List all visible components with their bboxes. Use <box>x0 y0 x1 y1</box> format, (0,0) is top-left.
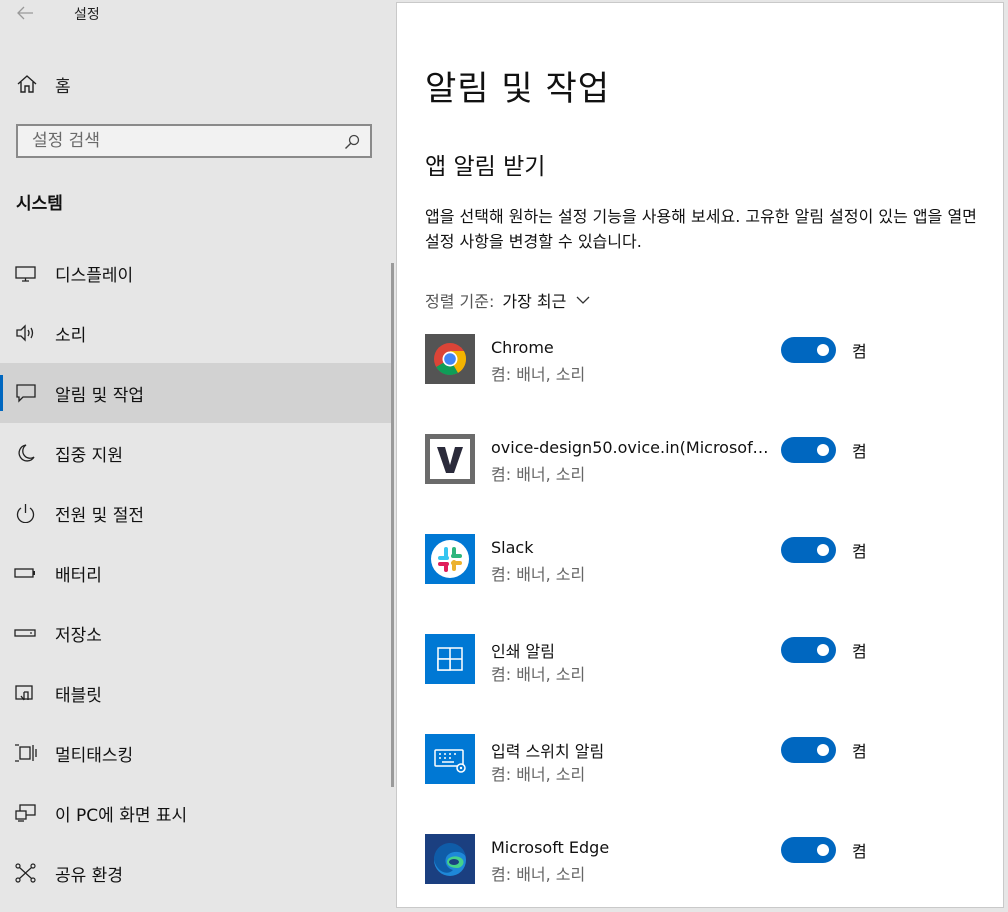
sidebar-scrollbar[interactable] <box>391 263 394 787</box>
page-title: 알림 및 작업 <box>425 69 611 109</box>
ovice-icon <box>425 434 475 484</box>
app-detail: 켬: 배너, 소리 <box>491 865 586 884</box>
search-input[interactable] <box>32 130 332 152</box>
edge-icon <box>425 834 475 884</box>
back-arrow-icon <box>17 6 33 20</box>
toggle-label: 켬 <box>852 442 867 461</box>
toggle-label: 켬 <box>852 642 867 661</box>
title-bar: 설정 <box>0 0 395 28</box>
sidebar-item-display[interactable]: 디스플레이 <box>0 243 391 303</box>
notification-toggle[interactable] <box>781 837 836 863</box>
sidebar-item-project[interactable]: 이 PC에 화면 표시 <box>0 783 391 843</box>
app-detail: 켬: 배너, 소리 <box>491 765 586 784</box>
notification-toggle[interactable] <box>781 337 836 363</box>
app-name: 입력 스위치 알림 <box>491 742 605 761</box>
section-title: 시스템 <box>16 194 63 214</box>
sidebar-item-tablet[interactable]: 태블릿 <box>0 663 391 723</box>
sidebar-item-label: 배터리 <box>55 565 102 586</box>
app-row-edge[interactable]: Microsoft Edge 켬: 배너, 소리 켬 <box>425 834 985 907</box>
speaker-icon <box>16 324 34 342</box>
sidebar-item-label: 전원 및 절전 <box>55 505 145 526</box>
sidebar-item-label: 멀티태스킹 <box>55 745 134 766</box>
sidebar-item-storage[interactable]: 저장소 <box>0 603 391 663</box>
sidebar-item-label: 알림 및 작업 <box>55 385 145 406</box>
toggle-label: 켬 <box>852 842 867 861</box>
sidebar-item-multitasking[interactable]: 멀티태스킹 <box>0 723 391 783</box>
sidebar-item-focus-assist[interactable]: 집중 지원 <box>0 423 391 483</box>
toggle-knob <box>817 544 829 556</box>
notification-toggle[interactable] <box>781 537 836 563</box>
app-row-chrome[interactable]: Chrome 켬: 배너, 소리 켬 <box>425 334 985 434</box>
app-row-input-switch[interactable]: 입력 스위치 알림 켬: 배너, 소리 켬 <box>425 734 985 834</box>
app-detail: 켬: 배너, 소리 <box>491 365 586 384</box>
back-button[interactable] <box>14 2 36 24</box>
app-name: Slack <box>491 538 534 557</box>
sidebar-item-label: 집중 지원 <box>55 445 123 466</box>
toggle-knob <box>817 444 829 456</box>
app-detail: 켬: 배너, 소리 <box>491 465 586 484</box>
toggle-label: 켬 <box>852 342 867 361</box>
app-row-slack[interactable]: Slack 켬: 배너, 소리 켬 <box>425 534 985 634</box>
sidebar-item-notifications[interactable]: 알림 및 작업 <box>0 363 391 423</box>
toggle-knob <box>817 744 829 756</box>
sort-label: 정렬 기준: <box>425 292 495 311</box>
sidebar-item-label: 공유 환경 <box>55 865 123 886</box>
app-detail: 켬: 배너, 소리 <box>491 565 586 584</box>
sidebar-nav: 디스플레이 소리 알림 및 작업 집중 지원 전원 및 절전 배터리 저장소 태… <box>0 243 395 903</box>
keyboard-icon <box>425 734 475 784</box>
app-row-ovice[interactable]: ovice-design50.ovice.in(Microsoft Edge) … <box>425 434 985 534</box>
app-title: 설정 <box>74 7 100 23</box>
app-name: 인쇄 알림 <box>491 642 555 661</box>
monitor-icon <box>15 266 36 282</box>
notification-toggle[interactable] <box>781 737 836 763</box>
toggle-label: 켬 <box>852 742 867 761</box>
print-notification-icon <box>425 634 475 684</box>
sidebar-item-label: 태블릿 <box>55 685 102 706</box>
search-box[interactable] <box>16 124 372 158</box>
toggle-knob <box>817 344 829 356</box>
home-label: 홈 <box>55 76 71 97</box>
description-text: 앱을 선택해 원하는 설정 기능을 사용해 보세요. 고유한 알림 설정이 있는… <box>425 207 977 251</box>
sidebar-item-power[interactable]: 전원 및 절전 <box>0 483 391 543</box>
search-icon[interactable] <box>344 134 360 150</box>
section-subtitle: 앱 알림 받기 <box>425 154 546 180</box>
storage-icon <box>14 629 36 637</box>
app-row-print-notifications[interactable]: 인쇄 알림 켬: 배너, 소리 켬 <box>425 634 985 734</box>
sidebar-item-label: 이 PC에 화면 표시 <box>55 805 188 826</box>
multitasking-icon <box>15 744 37 762</box>
sidebar: 설정 홈 시스템 디스플레이 소리 <box>0 0 395 912</box>
toggle-label: 켬 <box>852 542 867 561</box>
app-name: ovice-design50.ovice.in(Microsoft Edge) <box>491 438 771 457</box>
sort-value[interactable]: 가장 최근 <box>502 288 566 312</box>
main-panel: 알림 및 작업 앱 알림 받기 앱을 선택해 원하는 설정 기능을 사용해 보세… <box>396 2 1004 908</box>
app-detail: 켬: 배너, 소리 <box>491 665 586 684</box>
home-nav-item[interactable]: 홈 <box>0 64 395 104</box>
toggle-knob <box>817 644 829 656</box>
notification-toggle[interactable] <box>781 437 836 463</box>
sidebar-item-label: 디스플레이 <box>55 265 134 286</box>
chrome-icon <box>425 334 475 384</box>
sidebar-item-label: 저장소 <box>55 625 102 646</box>
sidebar-item-label: 소리 <box>55 325 87 346</box>
app-name: Chrome <box>491 338 554 357</box>
home-icon <box>17 75 37 93</box>
tablet-icon <box>15 685 33 701</box>
app-list: Chrome 켬: 배너, 소리 켬 ovice-design50.ovice.… <box>425 334 985 907</box>
power-icon <box>16 504 35 523</box>
sidebar-item-sound[interactable]: 소리 <box>0 303 391 363</box>
share-icon <box>15 863 36 883</box>
app-name: Microsoft Edge <box>491 838 610 857</box>
sort-dropdown[interactable]: 정렬 기준: 가장 최근 <box>425 288 590 312</box>
chevron-down-icon[interactable] <box>576 295 590 305</box>
sidebar-item-battery[interactable]: 배터리 <box>0 543 391 603</box>
project-icon <box>15 804 36 822</box>
toggle-knob <box>817 844 829 856</box>
battery-icon <box>14 568 35 578</box>
notification-icon <box>16 384 36 403</box>
sidebar-item-shared[interactable]: 공유 환경 <box>0 843 391 903</box>
notification-toggle[interactable] <box>781 637 836 663</box>
slack-icon <box>425 534 475 584</box>
moon-icon <box>18 444 35 462</box>
